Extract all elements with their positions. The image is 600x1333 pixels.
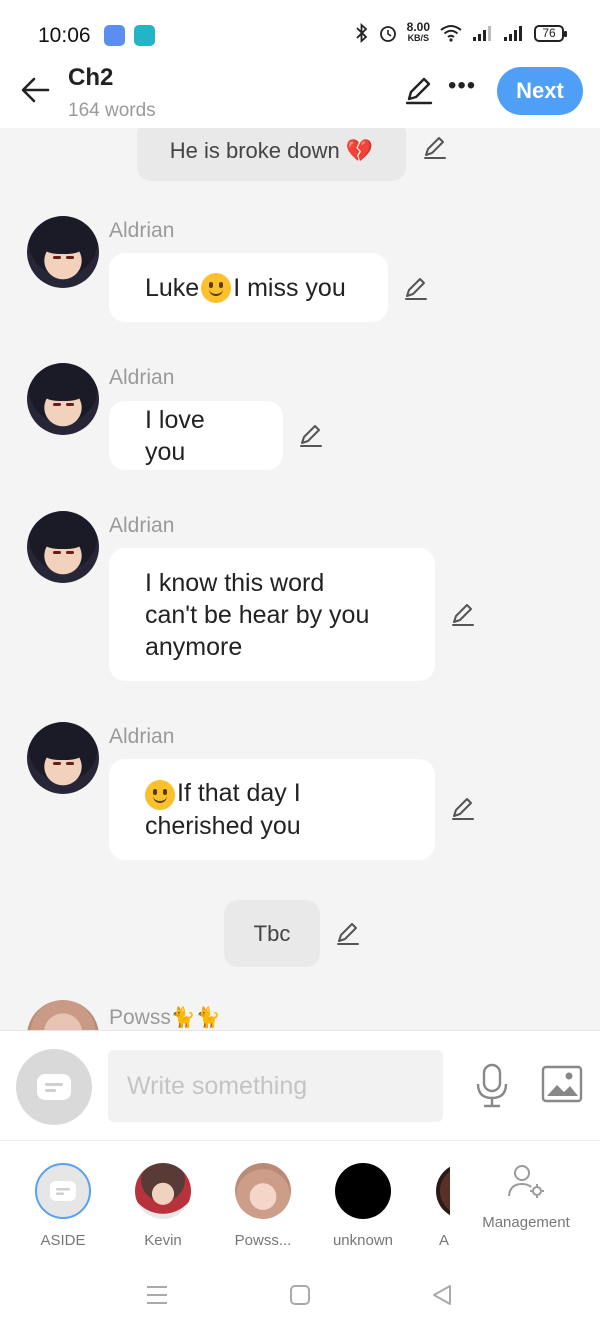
avatar: [436, 1163, 450, 1219]
character-powss[interactable]: Powss...: [223, 1163, 303, 1249]
avatar[interactable]: [27, 511, 99, 583]
wifi-icon: [440, 25, 462, 42]
page-title: Ch2: [68, 64, 114, 91]
message-input[interactable]: [108, 1050, 443, 1122]
sender-name: Aldrian: [109, 366, 175, 389]
message-bubble[interactable]: I love you: [109, 401, 283, 470]
character-unknown[interactable]: unknown: [323, 1163, 403, 1249]
back-arrow-icon[interactable]: [18, 74, 54, 106]
sender-name: Aldrian: [109, 514, 175, 537]
back-triangle-icon[interactable]: [431, 1284, 453, 1306]
edit-pencil-icon[interactable]: [449, 794, 477, 822]
system-nav-bar: [0, 1260, 600, 1333]
user-settings-icon: [508, 1165, 544, 1198]
management-button[interactable]: Management: [476, 1163, 576, 1231]
character-a[interactable]: A: [404, 1163, 484, 1249]
edit-pencil-icon[interactable]: [297, 421, 325, 449]
management-label: Management: [482, 1214, 570, 1231]
next-button[interactable]: Next: [497, 67, 583, 115]
chat-area[interactable]: He is broke down 💔 Aldrian Luke I miss y…: [0, 128, 600, 1030]
app-header: Ch2 164 words ••• Next: [0, 64, 600, 128]
input-bar: [0, 1030, 600, 1140]
smile-emoji-icon: [145, 779, 175, 810]
microphone-icon[interactable]: [474, 1063, 510, 1109]
alarm-icon: [379, 26, 396, 42]
narration-bubble[interactable]: Tbc: [224, 900, 320, 967]
narration-bubble[interactable]: He is broke down 💔: [137, 128, 406, 181]
narration-text: Tbc: [253, 920, 291, 946]
more-dots-icon[interactable]: •••: [448, 74, 476, 98]
message-bubble[interactable]: I know this word can't be hear by you an…: [109, 548, 435, 681]
avatar[interactable]: [27, 216, 99, 288]
home-icon[interactable]: [289, 1284, 311, 1306]
aside-toggle-button[interactable]: [16, 1049, 92, 1125]
avatar[interactable]: [27, 1000, 99, 1030]
edit-pencil-icon[interactable]: [402, 274, 430, 302]
edit-pencil-icon[interactable]: [334, 919, 362, 947]
character-selector: ASIDE Kevin Powss... unknown A Managemen…: [0, 1140, 600, 1260]
avatar[interactable]: [27, 363, 99, 435]
avatar: [335, 1163, 391, 1219]
app-notification-icon: [134, 25, 155, 46]
net-speed: 8.00 KB/S: [406, 20, 430, 43]
novel-toon-app-icon: [104, 25, 125, 46]
character-kevin[interactable]: Kevin: [123, 1163, 203, 1249]
character-label: ASIDE: [40, 1232, 86, 1249]
avatar[interactable]: [27, 722, 99, 794]
character-label: unknown: [332, 1232, 394, 1249]
edit-pencil-icon[interactable]: [421, 133, 449, 161]
edit-pencil-icon[interactable]: [403, 74, 435, 106]
smile-emoji-icon: [201, 272, 232, 303]
sender-name: Aldrian: [109, 219, 175, 242]
character-label: A: [438, 1232, 449, 1249]
avatar: [35, 1163, 91, 1219]
character-label: Powss...: [234, 1232, 292, 1249]
message-bubble[interactable]: Luke I miss you: [109, 253, 388, 322]
signal-icon: [504, 26, 522, 41]
menu-icon[interactable]: [145, 1284, 169, 1306]
sender-name: Aldrian: [109, 725, 175, 748]
image-icon[interactable]: [541, 1065, 583, 1103]
sender-name: Powss🐈🐈: [109, 1006, 221, 1029]
character-aside[interactable]: ASIDE: [23, 1163, 103, 1249]
signal-icon: [473, 26, 491, 41]
status-bar: 10:06 8.00 KB/S 76: [0, 0, 600, 64]
message-bubble[interactable]: If that day I cherished you: [109, 759, 435, 860]
edit-pencil-icon[interactable]: [449, 600, 477, 628]
character-label: Kevin: [144, 1232, 182, 1249]
word-count: 164 words: [68, 100, 156, 121]
status-time: 10:06: [38, 24, 91, 47]
avatar: [235, 1163, 291, 1219]
aside-chat-icon: [37, 1074, 71, 1100]
narration-text: He is broke down 💔: [169, 137, 374, 163]
status-icons: 8.00 KB/S 76: [355, 20, 567, 44]
battery-icon: 76: [534, 24, 567, 42]
avatar: [135, 1163, 191, 1219]
bluetooth-icon: [356, 22, 367, 44]
aside-chat-icon: [50, 1181, 76, 1201]
